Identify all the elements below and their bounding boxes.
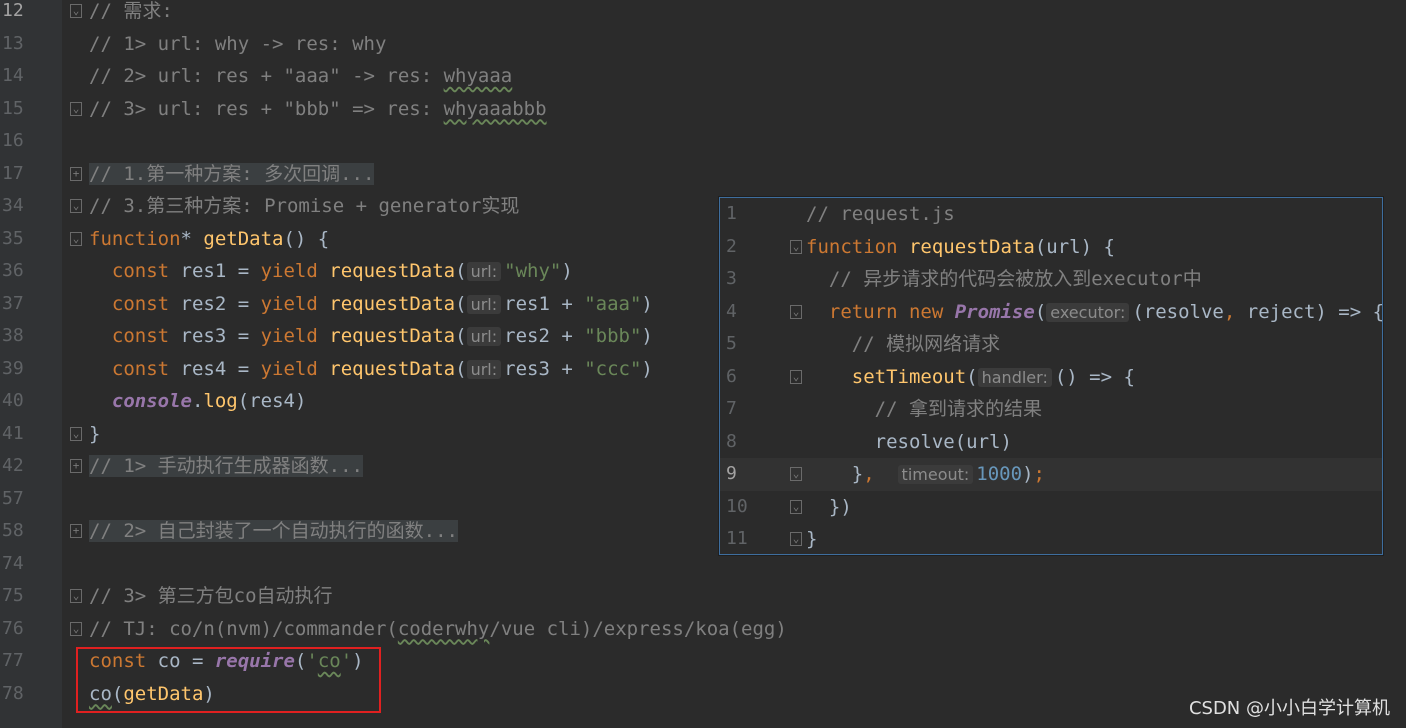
popup-line[interactable]: 1 // request.js	[720, 198, 1382, 231]
popup-line[interactable]: 11 ⌄}	[720, 523, 1382, 556]
fold-collapse-icon[interactable]: ⌄	[70, 101, 82, 116]
line-number: 58	[2, 520, 24, 541]
popup-line[interactable]: 10 ⌄ })	[720, 491, 1382, 524]
line-number: 13	[2, 32, 24, 54]
line-number: 2	[726, 235, 737, 257]
line-number: 15	[2, 97, 24, 119]
fold-collapse-icon[interactable]: ⌄	[790, 499, 802, 514]
code-text: // TJ: co/n(nvm)/commander(coderwhy/vue …	[89, 617, 787, 640]
line-number: 36	[2, 260, 24, 281]
code-text: }, timeout: 1000);	[806, 463, 1045, 485]
line-number: 5	[726, 333, 737, 354]
popup-line[interactable]: 5 // 模拟网络请求	[720, 328, 1382, 361]
popup-line[interactable]: 6 ⌄ setTimeout(handler:() => {	[720, 361, 1382, 394]
code-text: setTimeout(handler:() => {	[851, 365, 1135, 388]
line-number: 41	[2, 422, 24, 444]
editor-line[interactable]: 16	[0, 125, 1406, 158]
line-number: 10	[726, 495, 748, 517]
line-number: 78	[2, 682, 24, 704]
editor-line[interactable]: 17 + // 1.第一种方案: 多次回调...	[0, 158, 1406, 191]
code-text: // 拿到请求的结果	[874, 398, 1042, 420]
line-number: 57	[2, 487, 24, 509]
code-text: // 3.第三种方案: Promise + generator实现	[89, 195, 520, 217]
code-text: // 1> url: why -> res: why	[89, 32, 387, 55]
code-text: // 模拟网络请求	[851, 333, 1001, 355]
line-number: 77	[2, 650, 24, 671]
line-number: 3	[726, 268, 737, 289]
line-number: 76	[2, 617, 24, 639]
line-number: 6	[726, 365, 737, 387]
line-number: 38	[2, 325, 24, 346]
fold-collapse-icon[interactable]: ⌄	[790, 239, 802, 254]
code-text: return new Promise(executor: (resolve, re…	[828, 300, 1385, 323]
popup-line[interactable]: 9 ⌄ }, timeout: 1000);	[720, 458, 1382, 491]
code-text: // 3> 第三方包co自动执行	[89, 585, 333, 607]
fold-expand-icon[interactable]: +	[70, 166, 82, 181]
fold-collapse-icon[interactable]: ⌄	[790, 304, 802, 319]
code-text: }	[806, 528, 818, 550]
line-number: 42	[2, 455, 24, 476]
code-text: // 需求:	[89, 0, 173, 22]
code-text: function requestData(url) {	[806, 235, 1115, 258]
editor-line[interactable]: 14 // 2> url: res + "aaa" -> res: whyaaa	[0, 60, 1406, 93]
popup-line[interactable]: 2 ⌄ function requestData(url) {	[720, 231, 1382, 264]
line-number: 9	[726, 463, 737, 484]
line-number: 39	[2, 357, 24, 379]
code-text: function* getData() {	[89, 227, 330, 250]
fold-collapse-icon[interactable]: ⌄	[790, 467, 802, 481]
code-text: })	[806, 495, 852, 518]
fold-expand-icon[interactable]: +	[70, 459, 82, 473]
line-number: 37	[2, 292, 24, 314]
watermark: CSDN @小小白学计算机	[1188, 698, 1390, 719]
line-number: 4	[726, 300, 737, 322]
fold-collapse-icon[interactable]: ⌄	[70, 426, 82, 441]
line-number: 75	[2, 585, 24, 606]
line-number: 11	[726, 528, 748, 549]
fold-collapse-icon[interactable]: ⌄	[70, 231, 82, 246]
line-number: 74	[2, 552, 24, 574]
popup-line[interactable]: 7 // 拿到请求的结果	[720, 393, 1382, 426]
popup-line[interactable]: 4 ⌄ return new Promise(executor: (resolve,…	[720, 296, 1385, 329]
line-number: 34	[2, 195, 24, 216]
highlight-box	[76, 647, 381, 713]
fold-collapse-icon[interactable]: ⌄	[790, 369, 802, 384]
code-text: // 1.第一种方案: 多次回调...	[89, 162, 375, 185]
line-number: 40	[2, 390, 24, 411]
code-text: const res3 = yield requestData(url: res2 …	[111, 325, 653, 347]
fold-expand-icon[interactable]: +	[70, 524, 82, 538]
code-text: }	[89, 422, 101, 445]
code-text: const res2 = yield requestData(url: res1 …	[111, 292, 653, 315]
fold-collapse-icon[interactable]: ⌄	[70, 4, 82, 18]
code-text: // request.js	[806, 203, 955, 225]
editor-line[interactable]: 15 ⌄ // 3> url: res + "bbb" => res: whyaaa…	[0, 93, 1406, 126]
line-number: 35	[2, 227, 24, 249]
editor-line[interactable]: 13 // 1> url: why -> res: why	[0, 28, 1406, 61]
code-text: const res4 = yield requestData(url: res3 …	[111, 357, 653, 380]
code-text: // 异步请求的代码会被放入到executor中	[828, 268, 1202, 290]
editor-line[interactable]: 76 ⌄ // TJ: co/n(nvm)/commander(coderwhy/v…	[0, 613, 1406, 646]
fold-collapse-icon[interactable]: ⌄	[70, 621, 82, 636]
line-number: 1	[726, 203, 737, 224]
popup-line[interactable]: 8 resolve(url)	[720, 426, 1382, 459]
line-number: 12	[2, 0, 24, 21]
line-number: 17	[2, 162, 24, 184]
fold-collapse-icon[interactable]: ⌄	[790, 532, 802, 546]
code-text: // 2> 自己封装了一个自动执行的函数...	[89, 520, 458, 542]
quick-definition-popup[interactable]: 1 // request.js 2 ⌄ function requestData(url…	[719, 197, 1385, 556]
code-text: // 2> url: res + "aaa" -> res: whyaaa	[89, 65, 513, 87]
code-text: resolve(url)	[806, 430, 1012, 453]
line-number: 8	[726, 430, 737, 452]
code-text: // 1> 手动执行生成器函数...	[89, 455, 363, 477]
line-number: 16	[2, 130, 24, 151]
fold-collapse-icon[interactable]: ⌄	[70, 589, 82, 603]
code-text: const res1 = yield requestData(url: "why"…	[111, 260, 573, 282]
line-number: 14	[2, 65, 24, 86]
popup-line[interactable]: 3 // 异步请求的代码会被放入到executor中	[720, 263, 1382, 296]
editor-line[interactable]: 12 ⌄ // 需求:	[0, 0, 1406, 28]
editor-line[interactable]: 75 ⌄ // 3> 第三方包co自动执行	[0, 580, 1406, 613]
code-text: // 3> url: res + "bbb" => res: whyaaabbb	[89, 97, 547, 120]
code-text: console.log(res4)	[111, 390, 307, 412]
fold-collapse-icon[interactable]: ⌄	[70, 199, 82, 213]
line-number: 7	[726, 398, 737, 419]
